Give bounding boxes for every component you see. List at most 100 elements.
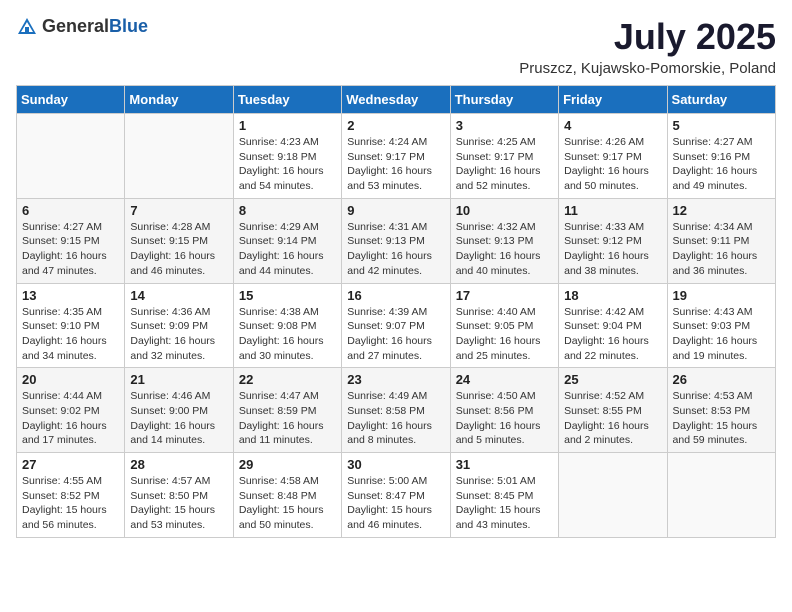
day-detail: Sunrise: 4:34 AMSunset: 9:11 PMDaylight:…: [673, 220, 770, 279]
calendar-cell: [17, 114, 125, 199]
month-title: July 2025: [519, 16, 776, 58]
calendar-cell: 22 Sunrise: 4:47 AMSunset: 8:59 PMDayligh…: [233, 368, 341, 453]
calendar-cell: 12Sunrise: 4:34 AMSunset: 9:11 PMDayligh…: [667, 198, 775, 283]
calendar-cell: 20 Sunrise: 4:44 AMSunset: 9:02 PMDayligh…: [17, 368, 125, 453]
day-number: 13: [22, 288, 119, 303]
day-number: 16: [347, 288, 444, 303]
day-detail: Sunrise: 4:27 AMSunset: 9:15 PMDaylight:…: [22, 220, 119, 279]
calendar-week-row: 20 Sunrise: 4:44 AMSunset: 9:02 PMDayligh…: [17, 368, 776, 453]
day-detail: Sunrise: 4:49 AMSunset: 8:58 PMDaylight:…: [347, 389, 444, 448]
day-detail: Sunrise: 4:52 AMSunset: 8:55 PMDaylight:…: [564, 389, 661, 448]
calendar-cell: 2 Sunrise: 4:24 AMSunset: 9:17 PMDaylight…: [342, 114, 450, 199]
day-number: 10: [456, 203, 553, 218]
calendar-cell: 19 Sunrise: 4:43 AMSunset: 9:03 PMDayligh…: [667, 283, 775, 368]
calendar-week-row: 27 Sunrise: 4:55 AMSunset: 8:52 PMDayligh…: [17, 453, 776, 538]
calendar-cell: [559, 453, 667, 538]
calendar-cell: 11 Sunrise: 4:33 AMSunset: 9:12 PMDayligh…: [559, 198, 667, 283]
calendar-cell: 15Sunrise: 4:38 AMSunset: 9:08 PMDayligh…: [233, 283, 341, 368]
calendar-cell: 10Sunrise: 4:32 AMSunset: 9:13 PMDayligh…: [450, 198, 558, 283]
day-detail: Sunrise: 4:53 AMSunset: 8:53 PMDaylight:…: [673, 389, 770, 448]
day-number: 18: [564, 288, 661, 303]
calendar-table: SundayMondayTuesdayWednesdayThursdayFrid…: [16, 85, 776, 538]
day-number: 29: [239, 457, 336, 472]
calendar-cell: [125, 114, 233, 199]
calendar-cell: 27 Sunrise: 4:55 AMSunset: 8:52 PMDayligh…: [17, 453, 125, 538]
day-detail: Sunrise: 4:58 AMSunset: 8:48 PMDaylight:…: [239, 474, 336, 533]
day-detail: Sunrise: 4:28 AMSunset: 9:15 PMDaylight:…: [130, 220, 227, 279]
calendar-cell: 7 Sunrise: 4:28 AMSunset: 9:15 PMDaylight…: [125, 198, 233, 283]
day-detail: Sunrise: 4:36 AMSunset: 9:09 PMDaylight:…: [130, 305, 227, 364]
day-number: 22: [239, 372, 336, 387]
calendar-cell: 17 Sunrise: 4:40 AMSunset: 9:05 PMDayligh…: [450, 283, 558, 368]
weekday-header: Tuesday: [233, 86, 341, 114]
day-number: 31: [456, 457, 553, 472]
day-number: 24: [456, 372, 553, 387]
day-detail: Sunrise: 4:23 AMSunset: 9:18 PMDaylight:…: [239, 135, 336, 194]
day-detail: Sunrise: 4:44 AMSunset: 9:02 PMDaylight:…: [22, 389, 119, 448]
day-number: 5: [673, 118, 770, 133]
day-number: 21: [130, 372, 227, 387]
day-detail: Sunrise: 4:26 AMSunset: 9:17 PMDaylight:…: [564, 135, 661, 194]
calendar-cell: 24 Sunrise: 4:50 AMSunset: 8:56 PMDayligh…: [450, 368, 558, 453]
day-detail: Sunrise: 4:47 AMSunset: 8:59 PMDaylight:…: [239, 389, 336, 448]
day-detail: Sunrise: 4:33 AMSunset: 9:12 PMDaylight:…: [564, 220, 661, 279]
day-number: 6: [22, 203, 119, 218]
logo: GeneralBlue: [16, 16, 148, 38]
calendar-cell: [667, 453, 775, 538]
day-number: 19: [673, 288, 770, 303]
weekday-header: Sunday: [17, 86, 125, 114]
calendar-cell: 6 Sunrise: 4:27 AMSunset: 9:15 PMDaylight…: [17, 198, 125, 283]
weekday-header: Thursday: [450, 86, 558, 114]
calendar-cell: 9Sunrise: 4:31 AMSunset: 9:13 PMDaylight…: [342, 198, 450, 283]
day-number: 25: [564, 372, 661, 387]
calendar-cell: 18Sunrise: 4:42 AMSunset: 9:04 PMDayligh…: [559, 283, 667, 368]
calendar-cell: 28Sunrise: 4:57 AMSunset: 8:50 PMDayligh…: [125, 453, 233, 538]
title-block: July 2025 Pruszcz, Kujawsko-Pomorskie, P…: [519, 16, 776, 77]
day-number: 14: [130, 288, 227, 303]
calendar-cell: 3 Sunrise: 4:25 AMSunset: 9:17 PMDaylight…: [450, 114, 558, 199]
calendar-cell: 29 Sunrise: 4:58 AMSunset: 8:48 PMDayligh…: [233, 453, 341, 538]
day-number: 4: [564, 118, 661, 133]
day-detail: Sunrise: 4:27 AMSunset: 9:16 PMDaylight:…: [673, 135, 770, 194]
calendar-cell: 5 Sunrise: 4:27 AMSunset: 9:16 PMDaylight…: [667, 114, 775, 199]
weekday-header: Monday: [125, 86, 233, 114]
day-number: 27: [22, 457, 119, 472]
calendar-cell: 21Sunrise: 4:46 AMSunset: 9:00 PMDayligh…: [125, 368, 233, 453]
day-detail: Sunrise: 5:01 AMSunset: 8:45 PMDaylight:…: [456, 474, 553, 533]
calendar-cell: 8 Sunrise: 4:29 AMSunset: 9:14 PMDaylight…: [233, 198, 341, 283]
day-number: 1: [239, 118, 336, 133]
calendar-cell: 14 Sunrise: 4:36 AMSunset: 9:09 PMDayligh…: [125, 283, 233, 368]
day-number: 8: [239, 203, 336, 218]
day-number: 11: [564, 203, 661, 218]
day-number: 26: [673, 372, 770, 387]
day-detail: Sunrise: 4:29 AMSunset: 9:14 PMDaylight:…: [239, 220, 336, 279]
calendar-week-row: 6 Sunrise: 4:27 AMSunset: 9:15 PMDaylight…: [17, 198, 776, 283]
day-number: 7: [130, 203, 227, 218]
logo-icon: [16, 16, 38, 38]
day-number: 17: [456, 288, 553, 303]
day-number: 30: [347, 457, 444, 472]
day-number: 28: [130, 457, 227, 472]
calendar-cell: 1 Sunrise: 4:23 AMSunset: 9:18 PMDaylight…: [233, 114, 341, 199]
day-number: 20: [22, 372, 119, 387]
calendar-week-row: 1 Sunrise: 4:23 AMSunset: 9:18 PMDaylight…: [17, 114, 776, 199]
day-number: 2: [347, 118, 444, 133]
day-detail: Sunrise: 4:25 AMSunset: 9:17 PMDaylight:…: [456, 135, 553, 194]
calendar-cell: 23 Sunrise: 4:49 AMSunset: 8:58 PMDayligh…: [342, 368, 450, 453]
day-number: 3: [456, 118, 553, 133]
calendar-cell: 30 Sunrise: 5:00 AMSunset: 8:47 PMDayligh…: [342, 453, 450, 538]
page-header: GeneralBlue July 2025 Pruszcz, Kujawsko-…: [16, 16, 776, 77]
day-detail: Sunrise: 4:43 AMSunset: 9:03 PMDaylight:…: [673, 305, 770, 364]
day-detail: Sunrise: 4:24 AMSunset: 9:17 PMDaylight:…: [347, 135, 444, 194]
day-detail: Sunrise: 5:00 AMSunset: 8:47 PMDaylight:…: [347, 474, 444, 533]
calendar-cell: 26 Sunrise: 4:53 AMSunset: 8:53 PMDayligh…: [667, 368, 775, 453]
calendar-cell: 31 Sunrise: 5:01 AMSunset: 8:45 PMDayligh…: [450, 453, 558, 538]
day-detail: Sunrise: 4:39 AMSunset: 9:07 PMDaylight:…: [347, 305, 444, 364]
day-number: 23: [347, 372, 444, 387]
day-detail: Sunrise: 4:55 AMSunset: 8:52 PMDaylight:…: [22, 474, 119, 533]
day-detail: Sunrise: 4:40 AMSunset: 9:05 PMDaylight:…: [456, 305, 553, 364]
weekday-header: Saturday: [667, 86, 775, 114]
day-detail: Sunrise: 4:50 AMSunset: 8:56 PMDaylight:…: [456, 389, 553, 448]
calendar-cell: 4 Sunrise: 4:26 AMSunset: 9:17 PMDaylight…: [559, 114, 667, 199]
day-detail: Sunrise: 4:31 AMSunset: 9:13 PMDaylight:…: [347, 220, 444, 279]
